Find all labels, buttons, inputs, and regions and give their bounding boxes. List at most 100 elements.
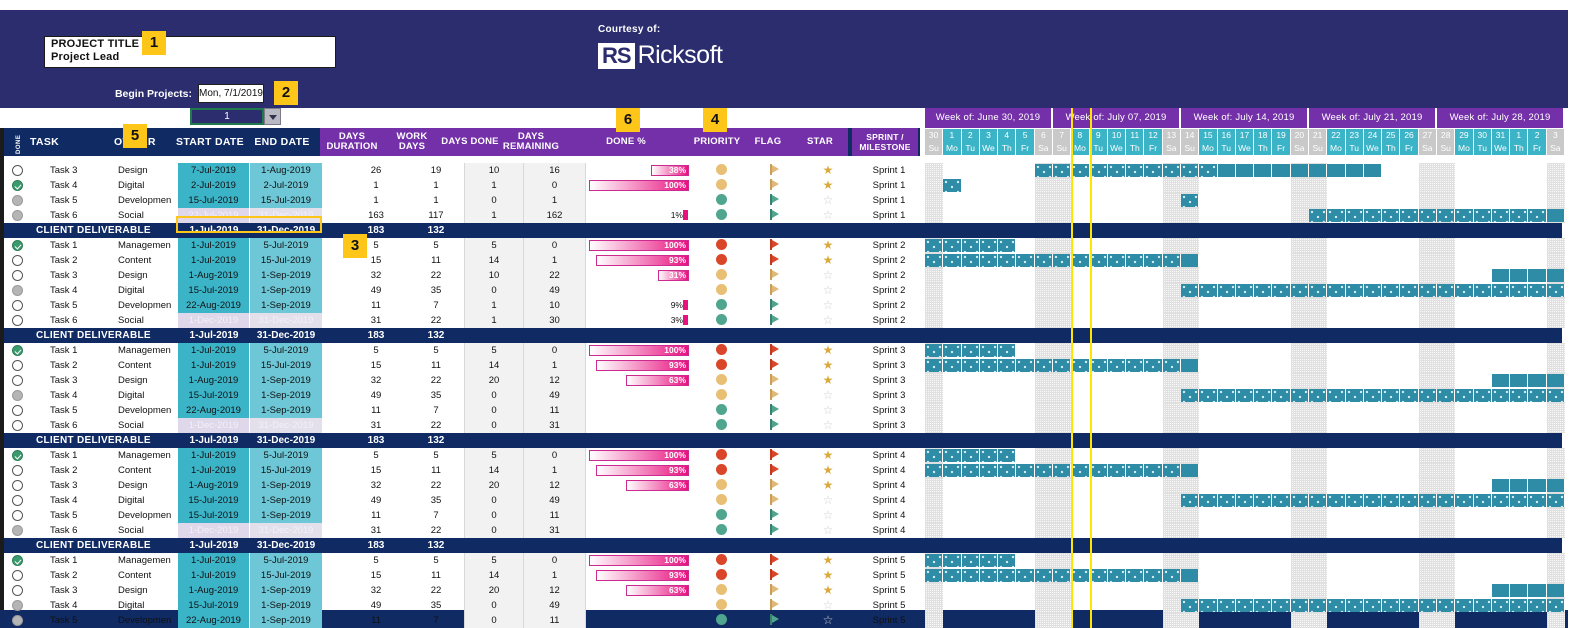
cell-task[interactable]: Task 2: [30, 253, 118, 268]
chevron-down-icon[interactable]: [264, 108, 281, 125]
cell-task[interactable]: Task 3: [30, 163, 118, 178]
cell-priority[interactable]: [694, 418, 748, 433]
cell-star[interactable]: ☆: [802, 283, 854, 298]
cell-task[interactable]: Task 2: [30, 568, 118, 583]
cell-priority[interactable]: [694, 568, 748, 583]
cell-end-date[interactable]: 1-Sep-2019: [250, 388, 322, 403]
cell-flag[interactable]: [751, 523, 799, 538]
cell-start-date[interactable]: 1-Jul-2019: [178, 463, 250, 478]
cell-priority[interactable]: [694, 283, 748, 298]
cell-days-done[interactable]: 0: [464, 193, 524, 208]
cell-end-date[interactable]: 31-Dec-2019: [250, 523, 322, 538]
cell-task[interactable]: Task 4: [30, 598, 118, 613]
cell-star[interactable]: ★: [802, 238, 854, 253]
cell-days-done[interactable]: 0: [464, 508, 524, 523]
cell-end-date[interactable]: 1-Aug-2019: [250, 163, 322, 178]
cell-priority[interactable]: [694, 388, 748, 403]
cell-star[interactable]: ☆: [802, 418, 854, 433]
done-status-icon[interactable]: [12, 195, 23, 206]
done-status-icon[interactable]: [12, 405, 23, 416]
cell-task[interactable]: Task 6: [30, 523, 118, 538]
done-status-icon[interactable]: [12, 375, 23, 386]
cell-start-date[interactable]: 7-Jul-2019: [178, 163, 250, 178]
cell-flag[interactable]: [751, 388, 799, 403]
cell-start-date[interactable]: 1-Jul-2019: [178, 568, 250, 583]
cell-task[interactable]: Task 3: [30, 583, 118, 598]
cell-days-done[interactable]: 1: [464, 178, 524, 193]
cell-start-date[interactable]: 15-Jul-2019: [178, 493, 250, 508]
cell-owner[interactable]: Managemen: [118, 448, 178, 463]
cell-days-done[interactable]: 0: [464, 493, 524, 508]
cell-star[interactable]: ★: [802, 163, 854, 178]
cell-start-date[interactable]: 1-Aug-2019: [178, 373, 250, 388]
cell-owner[interactable]: Digital: [118, 493, 178, 508]
cell-end-date[interactable]: 15-Jul-2019: [250, 193, 322, 208]
cell-priority[interactable]: [694, 613, 748, 628]
cell-end-date[interactable]: 1-Sep-2019: [250, 613, 322, 628]
cell-owner[interactable]: Digital: [118, 388, 178, 403]
cell-star[interactable]: ★: [802, 568, 854, 583]
cell-start-date[interactable]: 15-Jul-2019: [178, 598, 250, 613]
cell-star[interactable]: ☆: [802, 313, 854, 328]
cell-owner[interactable]: Developmen: [118, 613, 178, 628]
cell-end-date[interactable]: 1-Sep-2019: [250, 583, 322, 598]
cell-flag[interactable]: [751, 448, 799, 463]
project-title-box[interactable]: PROJECT TITLE Project Lead: [44, 36, 336, 68]
cell-end-date[interactable]: 5-Jul-2019: [250, 238, 322, 253]
cell-flag[interactable]: [751, 373, 799, 388]
cell-task[interactable]: Task 4: [30, 388, 118, 403]
cell-start-date[interactable]: 22-Aug-2019: [178, 403, 250, 418]
cell-flag[interactable]: [751, 568, 799, 583]
cell-flag[interactable]: [751, 583, 799, 598]
cell-start-date[interactable]: 1-Dec-2019: [178, 418, 250, 433]
done-status-icon[interactable]: [12, 555, 23, 566]
done-status-icon[interactable]: [12, 210, 23, 221]
cell-flag[interactable]: [751, 418, 799, 433]
cell-start-date[interactable]: 15-Jul-2019: [178, 508, 250, 523]
cell-star[interactable]: ☆: [802, 508, 854, 523]
cell-flag[interactable]: [751, 478, 799, 493]
cell-task[interactable]: Task 5: [30, 613, 118, 628]
cell-flag[interactable]: [751, 238, 799, 253]
cell-days-done[interactable]: 14: [464, 463, 524, 478]
cell-priority[interactable]: [694, 463, 748, 478]
cell-owner[interactable]: Managemen: [118, 343, 178, 358]
cell-start-date[interactable]: 1-Jul-2019: [178, 358, 250, 373]
cell-task[interactable]: Task 2: [30, 358, 118, 373]
cell-flag[interactable]: [751, 253, 799, 268]
done-status-icon[interactable]: [12, 570, 23, 581]
cell-owner[interactable]: Social: [118, 523, 178, 538]
done-status-icon[interactable]: [12, 285, 23, 296]
cell-flag[interactable]: [751, 298, 799, 313]
cell-flag[interactable]: [751, 493, 799, 508]
cell-star[interactable]: ★: [802, 553, 854, 568]
done-status-icon[interactable]: [12, 240, 23, 251]
done-status-icon[interactable]: [12, 615, 23, 626]
cell-start-date[interactable]: 1-Jul-2019: [178, 553, 250, 568]
cell-priority[interactable]: [694, 373, 748, 388]
cell-task[interactable]: Task 3: [30, 373, 118, 388]
cell-start-date[interactable]: 1-Jul-2019: [178, 448, 250, 463]
done-status-icon[interactable]: [12, 390, 23, 401]
cell-flag[interactable]: [751, 508, 799, 523]
cell-star[interactable]: ★: [802, 373, 854, 388]
cell-priority[interactable]: [694, 178, 748, 193]
cell-star[interactable]: ☆: [802, 298, 854, 313]
cell-owner[interactable]: Social: [118, 418, 178, 433]
cell-star[interactable]: ★: [802, 463, 854, 478]
cell-task[interactable]: Task 4: [30, 178, 118, 193]
cell-star[interactable]: ★: [802, 253, 854, 268]
cell-days-done[interactable]: 14: [464, 358, 524, 373]
cell-end-date[interactable]: 15-Jul-2019: [250, 463, 322, 478]
cell-owner[interactable]: Managemen: [118, 553, 178, 568]
cell-task[interactable]: Task 5: [30, 298, 118, 313]
cell-flag[interactable]: [751, 193, 799, 208]
cell-days-done[interactable]: 1: [464, 298, 524, 313]
cell-priority[interactable]: [694, 523, 748, 538]
done-status-icon[interactable]: [12, 315, 23, 326]
done-status-icon[interactable]: [12, 420, 23, 431]
cell-task[interactable]: Task 3: [30, 478, 118, 493]
cell-priority[interactable]: [694, 298, 748, 313]
cell-flag[interactable]: [751, 268, 799, 283]
cell-end-date[interactable]: 5-Jul-2019: [250, 448, 322, 463]
